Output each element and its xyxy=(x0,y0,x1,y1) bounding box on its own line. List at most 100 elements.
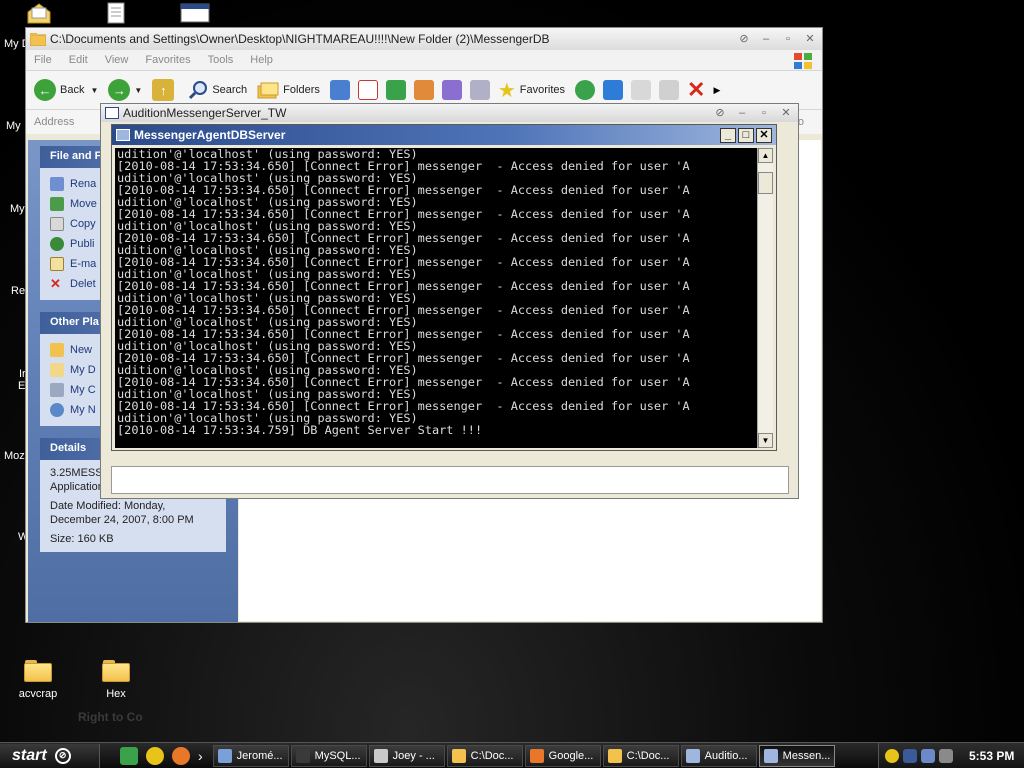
quicklaunch-app-icon[interactable] xyxy=(120,746,138,765)
audition-titlebar[interactable]: AuditionMessengerServer_TW ⊘ – ▫ ✕ xyxy=(101,104,798,122)
task-button[interactable]: MySQL... xyxy=(290,744,367,767)
task-label: Publi xyxy=(70,238,95,250)
task-button[interactable]: Google... xyxy=(524,744,601,767)
paste-icon[interactable] xyxy=(659,80,680,100)
task-label: Auditio... xyxy=(704,749,748,762)
volume-tray-icon[interactable] xyxy=(939,748,953,763)
tray-app-icon[interactable] xyxy=(903,748,917,763)
clock[interactable]: 5:53 PM xyxy=(969,749,1014,763)
desktop-icon-acvcrap[interactable]: acvcrap xyxy=(8,660,68,700)
task-button[interactable]: Auditio... xyxy=(680,744,757,767)
globe-icon xyxy=(50,237,64,251)
desktop-ghost-text: Right to Co xyxy=(78,710,143,724)
start-button[interactable]: start ⊘ xyxy=(0,743,100,768)
favorites-button[interactable]: ★ Favorites xyxy=(498,78,565,103)
close-button[interactable]: ✕ xyxy=(778,106,794,120)
console-titlebar[interactable]: MessengerAgentDBServer _ □ ✕ xyxy=(112,125,776,145)
cube-delete-icon[interactable] xyxy=(469,80,490,100)
messenger-tray-icon[interactable] xyxy=(885,748,899,763)
place-label: My C xyxy=(70,384,96,396)
desktop-label-mozilla[interactable]: Moz xyxy=(4,450,25,462)
desktop-label-my-network[interactable]: My xyxy=(10,203,25,215)
desktop-icon-hex[interactable]: Hex xyxy=(86,660,146,700)
document-icon[interactable] xyxy=(106,2,126,24)
window-icon xyxy=(116,129,130,141)
dropdown-arrow-icon[interactable]: ▼ xyxy=(134,86,142,95)
copy-icon xyxy=(50,217,64,231)
console-output[interactable]: udition'@'localhost' (using password: YE… xyxy=(115,148,759,448)
menu-help[interactable]: Help xyxy=(250,54,273,66)
place-label: My N xyxy=(70,404,96,416)
explorer-titlebar[interactable]: C:\Documents and Settings\Owner\Desktop\… xyxy=(26,28,822,50)
task-label: Google... xyxy=(548,749,594,762)
menu-file[interactable]: File xyxy=(34,54,52,66)
task-app-icon xyxy=(451,748,466,763)
audition-title: AuditionMessengerServer_TW xyxy=(123,106,287,120)
favorites-label: Favorites xyxy=(519,84,566,96)
console-line: [2010-08-14 17:53:34.759] DB Agent Serve… xyxy=(117,423,483,437)
maximize-button[interactable]: □ xyxy=(738,127,754,143)
up-folder-button[interactable]: ↑ xyxy=(152,79,178,101)
menu-edit[interactable]: Edit xyxy=(69,54,88,66)
maximize-button[interactable]: ▫ xyxy=(756,106,772,120)
task-label: Move xyxy=(70,198,97,210)
menu-view[interactable]: View xyxy=(105,54,129,66)
delete-icon[interactable]: ✕ xyxy=(687,77,705,103)
menu-favorites[interactable]: Favorites xyxy=(145,54,190,66)
forward-button[interactable]: → ▼ xyxy=(108,79,142,101)
folders-button[interactable]: Folders xyxy=(257,81,320,99)
folder-icon xyxy=(102,660,130,682)
search-button[interactable]: Search xyxy=(188,80,247,100)
network-tray-icon[interactable] xyxy=(921,748,935,763)
task-app-icon xyxy=(607,748,622,763)
task-button[interactable]: C:\Doc... xyxy=(602,744,679,767)
cube-icon[interactable] xyxy=(441,80,462,100)
task-label: Copy xyxy=(70,218,96,230)
firefox-icon[interactable] xyxy=(172,746,190,765)
back-button[interactable]: ← Back ▼ xyxy=(34,79,98,101)
history-icon[interactable] xyxy=(575,80,596,100)
views-icon[interactable] xyxy=(329,80,350,100)
move-to-icon[interactable] xyxy=(603,80,624,100)
home-icon[interactable] xyxy=(413,80,434,100)
windows-logo-icon xyxy=(792,52,814,70)
task-button[interactable]: Joey - ... xyxy=(368,744,445,767)
task-button[interactable]: C:\Doc... xyxy=(446,744,523,767)
menu-tools[interactable]: Tools xyxy=(208,54,234,66)
close-button[interactable]: ✕ xyxy=(802,32,818,46)
pin-icon[interactable]: ⊘ xyxy=(736,32,752,46)
close-button[interactable]: ✕ xyxy=(756,127,772,143)
scroll-up-icon[interactable]: ▲ xyxy=(758,148,773,163)
task-label: Messen... xyxy=(782,749,831,762)
task-app-icon xyxy=(217,748,232,763)
minimize-button[interactable]: – xyxy=(758,32,774,46)
star-icon: ★ xyxy=(497,79,516,102)
envelope-icon[interactable] xyxy=(26,2,52,24)
task-button[interactable]: Messen... xyxy=(758,744,835,767)
console-scrollbar[interactable]: ▲ ▼ xyxy=(757,148,773,448)
refresh-icon[interactable] xyxy=(385,80,406,100)
scroll-down-icon[interactable]: ▼ xyxy=(758,433,773,448)
minimize-button[interactable]: – xyxy=(734,106,750,120)
maximize-button[interactable]: ▫ xyxy=(780,32,796,46)
quicklaunch-more-icon[interactable]: › xyxy=(198,748,203,764)
pin-icon[interactable]: ⊘ xyxy=(712,106,728,120)
folder-icon xyxy=(29,32,47,46)
desktop-label-recycle-bin[interactable]: Re xyxy=(11,285,25,297)
dropdown-arrow-icon[interactable]: ▼ xyxy=(90,86,98,95)
task-buttons: Jeromé... MySQL... Joey - ... C:\Doc... Goog… xyxy=(212,744,837,767)
explorer-title: C:\Documents and Settings\Owner\Desktop\… xyxy=(50,32,550,46)
desktop-label-my-computer[interactable]: My xyxy=(6,120,21,132)
delete-doc-icon[interactable] xyxy=(357,80,378,100)
system-tray: 5:53 PM xyxy=(878,743,1024,768)
task-app-icon xyxy=(529,748,544,763)
task-button[interactable]: Jeromé... xyxy=(212,744,289,767)
computer-icon xyxy=(50,383,64,397)
minimize-button[interactable]: _ xyxy=(720,127,736,143)
command-input[interactable] xyxy=(111,466,789,494)
copy-to-icon[interactable] xyxy=(631,80,652,100)
window-icon[interactable] xyxy=(180,3,210,23)
toolbar-more-icon[interactable]: ▶ xyxy=(713,85,720,96)
quicklaunch-person-icon[interactable] xyxy=(146,746,164,765)
scroll-thumb[interactable] xyxy=(758,172,773,194)
